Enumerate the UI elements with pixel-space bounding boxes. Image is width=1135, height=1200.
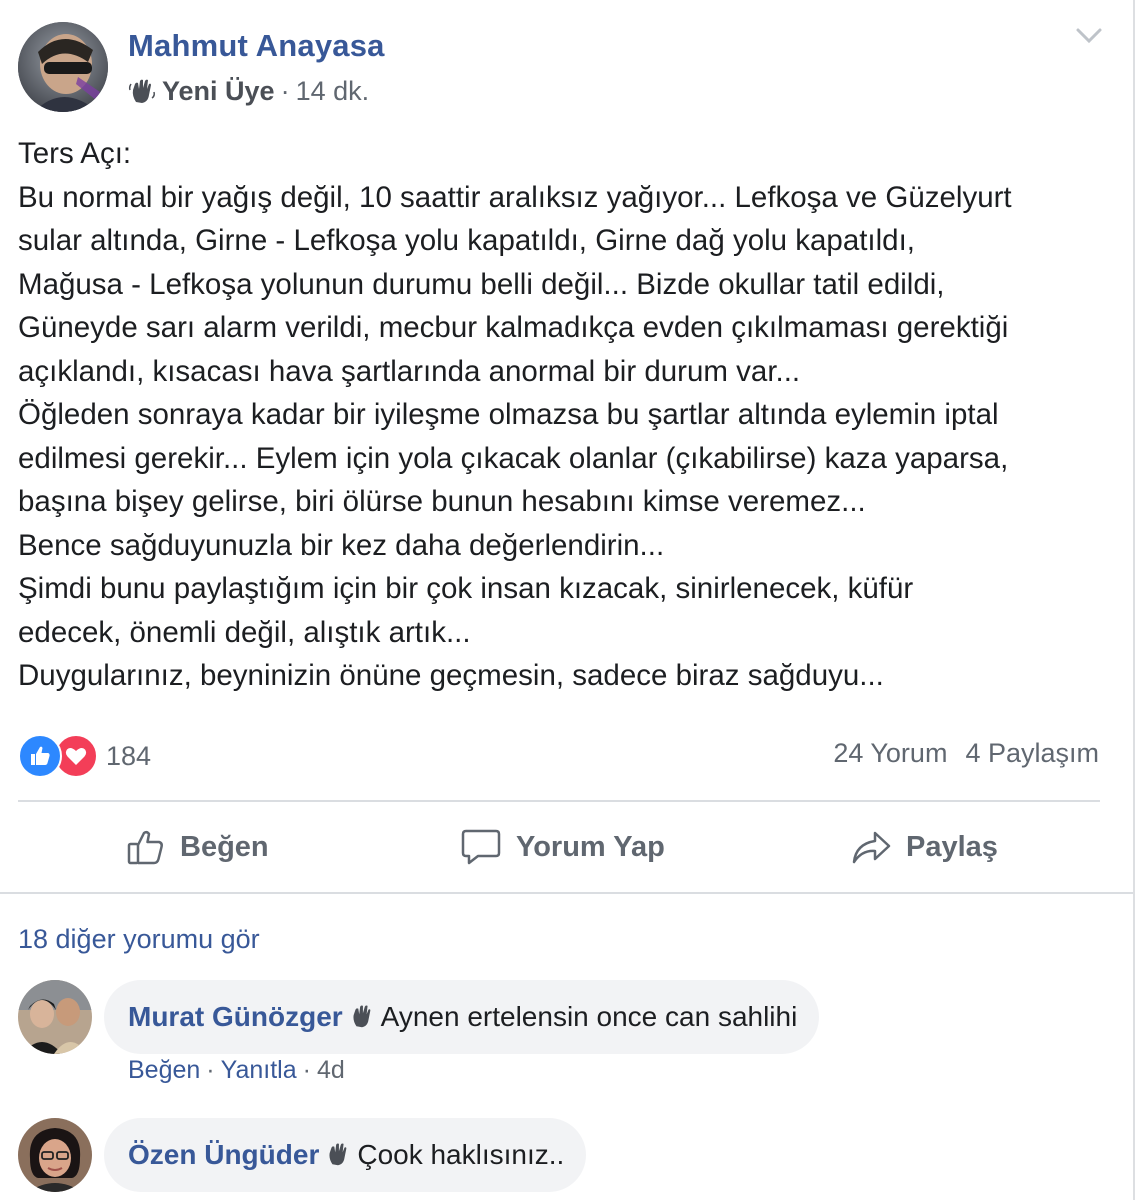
share-arrow-icon xyxy=(852,831,891,864)
post-text-line: Bence sağduyunuzla bir kez daha değerlen… xyxy=(18,528,665,562)
comment-button-label: Yorum Yap xyxy=(516,830,665,863)
waving-hand-icon xyxy=(128,78,156,106)
post-text-line: edecek, önemli değil, alıştık artık... xyxy=(18,615,471,649)
like-button[interactable]: Beğen xyxy=(126,802,269,892)
share-button[interactable]: Paylaş xyxy=(850,802,998,892)
share-button-label: Paylaş xyxy=(906,830,998,863)
comment-time[interactable]: 4d xyxy=(317,1056,345,1084)
post-actions: Beğen Yorum Yap Paylaş xyxy=(18,802,1100,892)
section-divider xyxy=(0,892,1133,894)
author-avatar[interactable] xyxy=(18,22,108,112)
post-text-line: açıklandı, kısacası hava şartlarında ano… xyxy=(18,354,801,388)
post-text-line: Bu normal bir yağış değil, 10 saattir ar… xyxy=(18,180,1012,214)
post-text-line: Şimdi bunu paylaştığım için bir çok insa… xyxy=(18,572,914,605)
comment-author[interactable]: Murat Günözger xyxy=(128,1001,343,1033)
post-text-line: Ters Açı: xyxy=(18,137,132,170)
thumbs-up-icon xyxy=(18,734,62,778)
comment-button[interactable]: Yorum Yap xyxy=(460,802,665,892)
thumbs-up-outline-icon xyxy=(127,830,163,865)
view-more-comments-link[interactable]: 18 diğer yorumu gör xyxy=(18,924,260,955)
post-text-line: Mağusa - Lefkoşa yolunun durumu belli de… xyxy=(18,267,945,301)
speech-bubble-icon xyxy=(461,829,501,865)
author-name[interactable]: Mahmut Anayasa xyxy=(128,28,385,64)
post-text-line: edilmesi gerekir... Eylem için yola çıka… xyxy=(18,441,1009,475)
comment-like-link[interactable]: Beğen xyxy=(128,1056,200,1084)
engagement-counts: 24 Yorum 4 Paylaşım xyxy=(833,738,1099,769)
comment-bubble: Özen Üngüder Çook haklısınız.. xyxy=(104,1118,587,1192)
meta-separator: · xyxy=(280,76,290,106)
share-count-link[interactable]: 4 Paylaşım xyxy=(965,738,1099,769)
post-text-line: başına bişey gelirse, biri ölürse bunun … xyxy=(18,485,866,518)
comment-actions: Beğen · Yanıtla · 4d xyxy=(128,1056,345,1085)
reaction-count: 184 xyxy=(106,740,152,771)
commenter-avatar[interactable] xyxy=(18,1118,92,1192)
reactions-summary[interactable]: 184 xyxy=(18,734,151,778)
comment-text: Çook haklısınız.. xyxy=(357,1139,565,1170)
post-meta: Yeni Üye · 14 dk. xyxy=(128,76,369,107)
comment-count-link[interactable]: 24 Yorum xyxy=(833,738,947,769)
waving-hand-icon xyxy=(349,1004,375,1030)
like-button-label: Beğen xyxy=(180,830,269,863)
commenter-avatar[interactable] xyxy=(18,980,92,1054)
comment-bubble: Murat Günözger Aynen ertelensin once can… xyxy=(104,980,820,1054)
post-text-line: Güneyde sarı alarm verildi, mecbur kalma… xyxy=(18,311,1009,344)
post-text-line: Duygularınız, beyninizin önüne geçmesin,… xyxy=(18,659,884,692)
comment-actions-separator: · xyxy=(302,1056,311,1084)
member-badge[interactable]: Yeni Üye xyxy=(162,76,275,107)
comment-actions-separator: · xyxy=(206,1056,215,1084)
post-text-line: Öğleden sonraya kadar bir iyileşme olmaz… xyxy=(18,398,999,431)
post-text-line: sular altında, Girne - Lefkoşa yolu kapa… xyxy=(18,224,915,257)
post-time[interactable]: 14 dk. xyxy=(296,76,370,107)
waving-hand-icon xyxy=(325,1142,351,1168)
chevron-down-icon[interactable] xyxy=(1072,24,1106,48)
post-text: Ters Açı: Bu normal bir yağış değil, 10 … xyxy=(18,132,1113,698)
comment-reply-link[interactable]: Yanıtla xyxy=(221,1056,297,1084)
comment-text: Aynen ertelensin once can sahlihi xyxy=(380,1001,798,1032)
comment-author[interactable]: Özen Üngüder xyxy=(128,1139,319,1171)
